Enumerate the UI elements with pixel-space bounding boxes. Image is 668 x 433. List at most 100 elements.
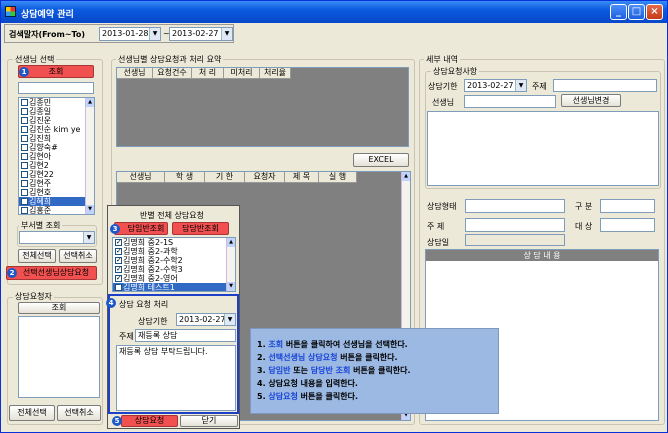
close-button[interactable]: × bbox=[646, 4, 663, 20]
detail-deadline-combo[interactable]: 2013-02-27 ▼ bbox=[464, 79, 527, 92]
checkbox[interactable] bbox=[21, 126, 28, 133]
date-label: 상담일 bbox=[427, 238, 450, 247]
teacher-list-item[interactable]: 김종민 bbox=[19, 98, 94, 107]
summary-column-header[interactable]: 처리율 bbox=[260, 68, 291, 79]
teacher-list-item[interactable]: 김현아 bbox=[19, 152, 94, 161]
checkbox[interactable] bbox=[21, 117, 28, 124]
help-step-text: 버튼을 클릭한다. bbox=[297, 392, 358, 401]
class-list-item[interactable]: ✓김명희 중2-과학 bbox=[113, 247, 235, 256]
summary-column-header[interactable]: 요청건수 bbox=[153, 68, 192, 79]
summary-grid[interactable]: 선생님 요청건수 처 리 미처리 처리율 bbox=[116, 67, 409, 147]
class-list-item[interactable]: ✓김명희 테스트1 bbox=[113, 283, 235, 291]
checkbox[interactable] bbox=[21, 162, 28, 169]
detail-column-header[interactable]: 학 생 bbox=[165, 172, 205, 183]
class-list-item[interactable]: ✓김명희 중2-수학3 bbox=[113, 265, 235, 274]
teacher-list-item[interactable]: 김홍준 bbox=[19, 206, 94, 214]
popup-close-button[interactable]: 닫기 bbox=[180, 415, 238, 427]
checkbox[interactable] bbox=[21, 108, 28, 115]
scroll-down-icon[interactable]: ▼ bbox=[86, 205, 94, 214]
teacher-list-item[interactable]: 김현호 bbox=[19, 188, 94, 197]
step-badge-4: 4 bbox=[106, 298, 116, 308]
detail-column-header[interactable]: 제 목 bbox=[285, 172, 319, 183]
checkbox[interactable] bbox=[21, 99, 28, 106]
checkbox[interactable] bbox=[21, 144, 28, 151]
scroll-up-icon[interactable]: ▲ bbox=[402, 172, 410, 181]
teacher-list-item[interactable]: 김현2 bbox=[19, 161, 94, 170]
help-step-highlight: 조회 bbox=[268, 340, 284, 349]
subject-query-button[interactable]: 담당반조회 bbox=[172, 222, 229, 235]
popup-deadline-combo[interactable]: 2013-02-27 ▼ bbox=[176, 313, 236, 326]
teacher-deselect-button[interactable]: 선택취소 bbox=[59, 249, 97, 263]
minimize-button[interactable]: _ bbox=[610, 4, 627, 20]
teacher-select-title: 선생님 선택 bbox=[13, 54, 57, 65]
detail-column-header[interactable]: 요청자 bbox=[245, 172, 285, 183]
scroll-down-icon[interactable]: ▼ bbox=[227, 282, 235, 291]
request-body-textarea[interactable] bbox=[427, 111, 659, 186]
class-list-item[interactable]: ✓김명희 중2-1S bbox=[113, 238, 235, 247]
teacher-list-item[interactable]: 김향숙# bbox=[19, 143, 94, 152]
dept-combo[interactable]: ▼ bbox=[19, 231, 95, 244]
checkbox[interactable] bbox=[21, 189, 28, 196]
teacher-list-item[interactable]: 김종일 bbox=[19, 107, 94, 116]
popup-subject-input[interactable]: 재등록 상담 bbox=[135, 329, 236, 342]
teacher-list-item[interactable]: 김현22 bbox=[19, 170, 94, 179]
checkbox[interactable]: ✓ bbox=[21, 198, 28, 205]
teacher-select-all-button[interactable]: 전체선택 bbox=[18, 249, 56, 263]
checkbox[interactable] bbox=[21, 171, 28, 178]
summary-column-header[interactable]: 미처리 bbox=[224, 68, 260, 79]
popup-body-textarea[interactable]: 재등록 상담 부탁드립니다. bbox=[116, 345, 236, 411]
checkbox[interactable]: ✓ bbox=[115, 266, 122, 273]
requester-select-all-button[interactable]: 전체선택 bbox=[9, 405, 55, 421]
date-to-combo[interactable]: 2013-02-27 ▼ bbox=[169, 27, 233, 41]
detail-subject-input[interactable] bbox=[553, 79, 657, 92]
summary-column-header[interactable]: 선생님 bbox=[117, 68, 153, 79]
title-input[interactable] bbox=[465, 218, 565, 232]
detail-teacher-input[interactable] bbox=[464, 95, 556, 108]
teacher-list[interactable]: 김종민 김종일 김진운 김진순 kim ye 김진희 김향숙# 김현아 김현2 김현22 김현주 김… bbox=[18, 97, 95, 215]
teacher-list-scrollbar[interactable]: ▲ ▼ bbox=[85, 98, 94, 214]
detail-column-header[interactable]: 기 한 bbox=[205, 172, 245, 183]
checkbox[interactable]: ✓ bbox=[115, 284, 122, 291]
excel-button[interactable]: EXCEL bbox=[353, 153, 409, 167]
scroll-up-icon[interactable]: ▲ bbox=[227, 238, 235, 247]
type-input[interactable] bbox=[600, 199, 655, 213]
checkbox[interactable]: ✓ bbox=[115, 248, 122, 255]
requester-query-button[interactable]: 조회 bbox=[18, 302, 100, 314]
teacher-list-item[interactable]: ✓김혜희 bbox=[19, 197, 94, 206]
teacher-list-item[interactable]: 김진순 kim ye bbox=[19, 125, 94, 134]
popup-request-button[interactable]: 상담요청 bbox=[121, 415, 178, 427]
teacher-name: 김현아 bbox=[29, 152, 52, 161]
teacher-list-item[interactable]: 김진희 bbox=[19, 134, 94, 143]
checkbox[interactable] bbox=[21, 180, 28, 187]
maximize-button[interactable]: □ bbox=[628, 4, 645, 20]
form-input[interactable] bbox=[465, 199, 565, 213]
class-list-scrollbar[interactable]: ▲ ▼ bbox=[226, 238, 235, 291]
teacher-query-button[interactable]: 조회 bbox=[18, 65, 94, 78]
requester-deselect-button[interactable]: 선택취소 bbox=[57, 405, 101, 421]
requester-list[interactable] bbox=[18, 316, 100, 398]
teacher-filter-input[interactable] bbox=[18, 82, 94, 94]
summary-column-header[interactable]: 처 리 bbox=[192, 68, 224, 79]
checkbox[interactable] bbox=[21, 135, 28, 142]
content-header: 상 담 내 용 bbox=[426, 250, 658, 261]
checkbox[interactable]: ✓ bbox=[115, 275, 122, 282]
homeroom-query-button[interactable]: 담임반조회 bbox=[114, 222, 168, 235]
change-teacher-button[interactable]: 선생님변경 bbox=[561, 94, 621, 107]
class-list[interactable]: ✓김명희 중2-1S ✓김명희 중2-과학 ✓김명희 중2-수학2 ✓김명희 중2-수… bbox=[112, 237, 236, 292]
teacher-list-item[interactable]: 김현주 bbox=[19, 179, 94, 188]
date-from-combo[interactable]: 2013-01-28 ▼ bbox=[99, 27, 161, 41]
teacher-name: 김현22 bbox=[29, 170, 54, 179]
class-list-item[interactable]: ✓김명희 중2-영어 bbox=[113, 274, 235, 283]
app-icon bbox=[5, 6, 16, 17]
detail-column-header[interactable]: 선생님 bbox=[117, 172, 165, 183]
teacher-list-item[interactable]: 김진운 bbox=[19, 116, 94, 125]
detail-column-header[interactable]: 실 행 bbox=[319, 172, 357, 183]
target-input[interactable] bbox=[600, 218, 655, 232]
checkbox[interactable] bbox=[21, 207, 28, 214]
scroll-up-icon[interactable]: ▲ bbox=[86, 98, 94, 107]
class-list-item[interactable]: ✓김명희 중2-수학2 bbox=[113, 256, 235, 265]
checkbox[interactable] bbox=[21, 153, 28, 160]
checkbox[interactable]: ✓ bbox=[115, 239, 122, 246]
request-selected-teacher-button[interactable]: 선택선생님상담요청 bbox=[6, 266, 97, 280]
checkbox[interactable]: ✓ bbox=[115, 257, 122, 264]
